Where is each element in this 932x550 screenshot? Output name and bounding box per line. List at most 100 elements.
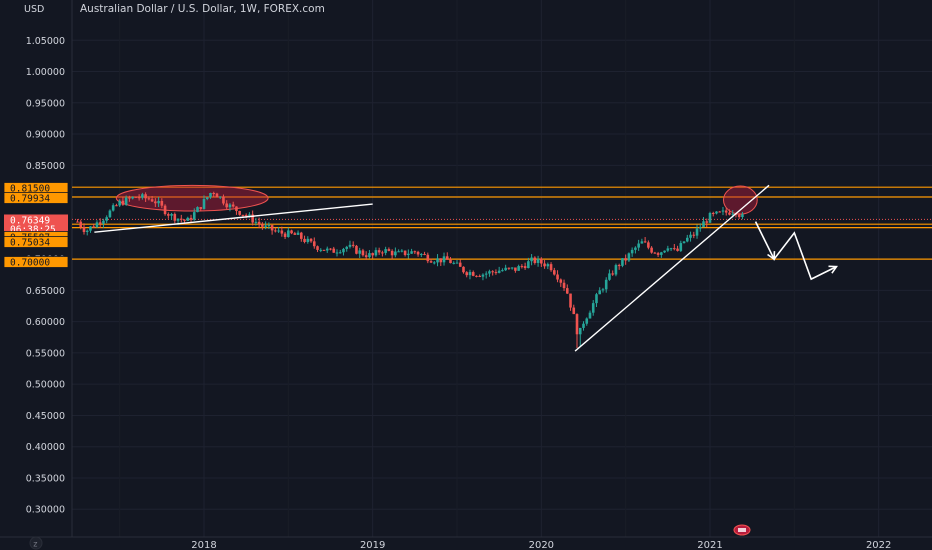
candle-body: [124, 197, 128, 205]
candle-body: [669, 248, 673, 250]
candlestick-series: [76, 191, 744, 349]
candle-body: [721, 210, 725, 212]
candle-body: [455, 262, 459, 264]
candle-body: [718, 211, 722, 213]
candle-body: [82, 227, 86, 232]
candle-body: [692, 234, 696, 236]
candle-body: [494, 272, 498, 274]
candle-body: [85, 230, 89, 232]
candle-body: [157, 201, 160, 204]
chart-stage[interactable]: 0.30000 0.35000 0.40000 0.45000 0.50000 0.550…: [0, 0, 932, 550]
candle-body: [621, 258, 624, 266]
candle-body: [121, 200, 125, 205]
candle-body: [163, 205, 167, 215]
candle-body: [108, 210, 112, 218]
candle-body: [643, 241, 647, 243]
candle-body: [147, 198, 151, 200]
candle-body: [371, 253, 374, 256]
chart-title: Australian Dollar / U.S. Dollar, 1W, FOR…: [80, 3, 325, 15]
flag-icon[interactable]: [733, 524, 751, 536]
y-tick-label: 0.85000: [26, 161, 65, 172]
candle-body: [222, 196, 225, 204]
candle-body: [160, 201, 164, 206]
price-tag-label: 0.70000: [10, 258, 50, 269]
candle-body: [355, 245, 358, 254]
candle-body: [439, 258, 443, 263]
candle-body: [575, 314, 579, 335]
candle-body: [248, 214, 251, 216]
candle-body: [608, 273, 611, 280]
candle-body: [377, 250, 381, 253]
candle-body: [394, 251, 397, 256]
candle-body: [296, 232, 300, 235]
candle-body: [585, 318, 589, 324]
candle-body: [728, 212, 731, 215]
candle-body: [452, 262, 456, 264]
candle-body: [698, 227, 702, 229]
candle-body: [471, 272, 475, 276]
y-tick-label: 1.00000: [26, 67, 65, 78]
candle-body: [335, 252, 339, 254]
candle-body: [79, 221, 83, 228]
candle-body: [543, 263, 546, 267]
candle-body: [627, 253, 631, 261]
candle-body: [215, 193, 219, 198]
candle-body: [695, 228, 699, 236]
candle-body: [218, 196, 222, 198]
candle-body: [141, 194, 144, 198]
y-tick-label: 0.45000: [26, 411, 65, 422]
candle-body: [364, 255, 368, 258]
candle-body: [150, 199, 154, 202]
candle-body: [303, 238, 306, 242]
candle-body: [319, 249, 323, 251]
candle-body: [261, 224, 264, 227]
price-axis[interactable]: 0.30000 0.35000 0.40000 0.45000 0.50000 0.550…: [26, 36, 65, 516]
candle-body: [144, 194, 147, 199]
candle-body: [650, 247, 653, 253]
candle-body: [676, 248, 679, 251]
candle-body: [403, 250, 407, 255]
candle-body: [442, 256, 446, 263]
candle-body: [724, 210, 728, 213]
candle-body: [267, 225, 271, 227]
candle-body: [118, 200, 121, 206]
candle-body: [497, 270, 501, 273]
candle-body: [351, 244, 355, 246]
candle-body: [582, 323, 585, 328]
candle-body: [312, 241, 316, 247]
candle-body: [322, 249, 326, 251]
candle-body: [536, 258, 540, 263]
candle-body: [617, 265, 621, 267]
candle-body: [741, 214, 744, 218]
scale-toggle-button[interactable]: z: [29, 536, 43, 550]
y-tick-label: 0.50000: [26, 380, 65, 391]
candle-body: [702, 221, 705, 228]
y-tick-label: 0.90000: [26, 130, 65, 141]
candle-body: [264, 225, 267, 227]
candle-body: [348, 244, 352, 247]
candle-body: [306, 238, 310, 242]
candle-body: [111, 205, 115, 211]
candle-body: [209, 193, 212, 198]
time-axis[interactable]: 2018 2019 2020 2021 2022: [191, 540, 891, 550]
candle-body: [134, 196, 138, 198]
candle-body: [673, 248, 676, 250]
candle-body: [708, 212, 712, 223]
candle-body: [624, 258, 627, 261]
candle-body: [510, 267, 514, 269]
candle-body: [711, 212, 715, 214]
candle-body: [212, 193, 216, 195]
candle-body: [368, 253, 371, 258]
candle-body: [634, 247, 637, 250]
candle-body: [595, 294, 598, 304]
candle-body: [572, 307, 576, 315]
candle-body: [705, 221, 709, 223]
candle-body: [102, 220, 105, 224]
candle-body: [358, 250, 361, 254]
candle-body: [517, 266, 520, 271]
candle-body: [374, 250, 378, 256]
candle-body: [432, 262, 436, 264]
candle-body: [416, 251, 420, 255]
candle-body: [475, 275, 478, 277]
price-chart[interactable]: 0.30000 0.35000 0.40000 0.45000 0.50000 0.550…: [0, 0, 932, 550]
